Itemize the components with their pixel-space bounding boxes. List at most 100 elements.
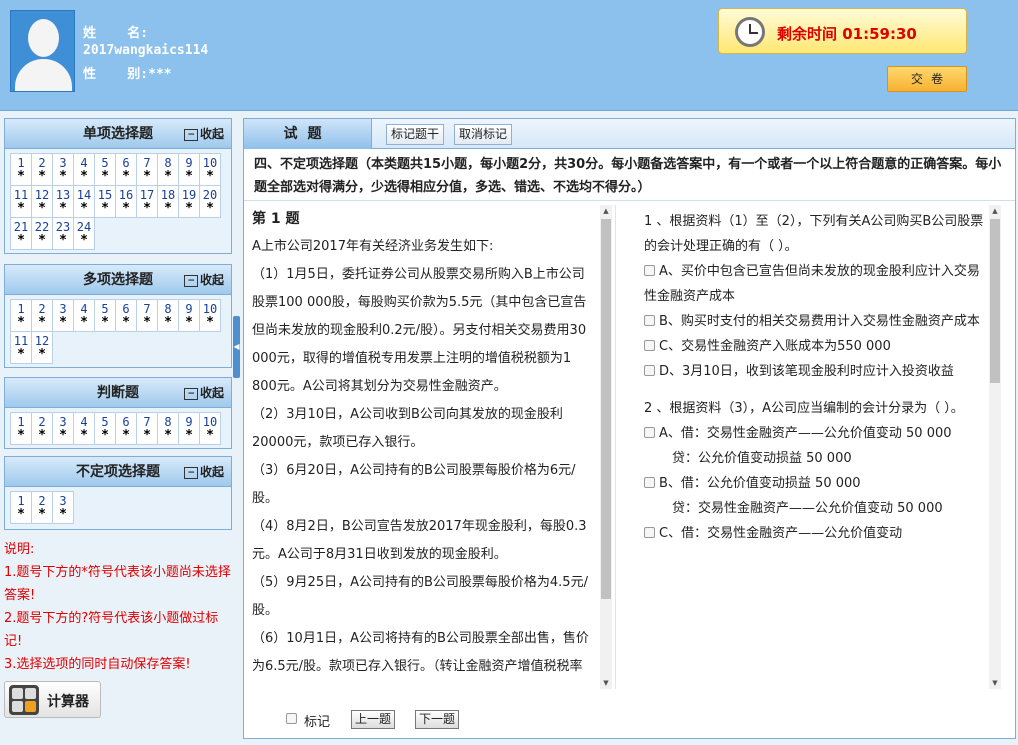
question-cell[interactable]: 5 * — [94, 412, 116, 445]
option-row[interactable]: C、交易性金融资产入账成本为550 000 — [644, 334, 984, 359]
collapse-button[interactable]: − 收起 — [184, 119, 224, 150]
question-cell[interactable]: 10 * — [199, 299, 221, 332]
calculator-button[interactable]: 计算器 — [4, 681, 101, 718]
question-cell[interactable]: 18 * — [157, 185, 179, 218]
option-text: A、买价中包含已宣告但尚未发放的现金股利应计入交易性金融资产成本 — [644, 264, 980, 304]
option-checkbox[interactable] — [644, 427, 655, 438]
unanswered-mark: * — [59, 201, 67, 216]
tab-questions[interactable]: 试题 — [244, 119, 372, 149]
question-cell[interactable]: 23 * — [52, 217, 74, 250]
option-checkbox[interactable] — [644, 265, 655, 276]
question-cell[interactable]: 3 * — [52, 299, 74, 332]
option-row[interactable]: A、借：交易性金融资产——公允价值变动 50 000 — [644, 421, 984, 446]
question-cell[interactable]: 3 * — [52, 412, 74, 445]
mark-checkbox[interactable] — [286, 713, 297, 724]
question-cell[interactable]: 1 * — [10, 153, 32, 186]
option-text: C、借：交易性金融资产——公允价值变动 — [659, 526, 903, 541]
panel-header: 不定项选择题 − 收起 — [5, 457, 231, 487]
question-cell[interactable]: 2 * — [31, 412, 53, 445]
question-cell[interactable]: 7 * — [136, 412, 158, 445]
question-number: 10 — [202, 156, 218, 170]
question-cell[interactable]: 20 * — [199, 185, 221, 218]
question-cell[interactable]: 5 * — [94, 153, 116, 186]
question-number: 11 — [13, 188, 29, 202]
unanswered-mark: * — [80, 169, 88, 184]
option-checkbox[interactable] — [644, 527, 655, 538]
question-cell[interactable]: 6 * — [115, 412, 137, 445]
question-cell[interactable]: 9 * — [178, 153, 200, 186]
mark-stem-button[interactable]: 标记题干 — [386, 124, 445, 145]
question-cell[interactable]: 3 * — [52, 153, 74, 186]
question-number: 1 — [17, 156, 25, 170]
question-cell[interactable]: 6 * — [115, 299, 137, 332]
instructions: 说明: 1.题号下方的*符号代表该小题尚未选择答案! 2.题号下方的?符号代表该… — [4, 538, 236, 676]
question-cell[interactable]: 4 * — [73, 299, 95, 332]
question-cell[interactable]: 7 * — [136, 153, 158, 186]
option-checkbox[interactable] — [644, 477, 655, 488]
question-number: 21 — [13, 220, 29, 234]
option-checkbox[interactable] — [644, 315, 655, 326]
option-row[interactable]: D、3月10日，收到该笔现金股利时应计入投资收益 — [644, 359, 984, 384]
question-cell[interactable]: 6 * — [115, 153, 137, 186]
scroll-thumb[interactable] — [990, 219, 1000, 383]
question-cell[interactable]: 3 * — [52, 491, 74, 524]
option-row[interactable]: B、借：公允价值变动损益 50 000 — [644, 471, 984, 496]
unanswered-mark: * — [38, 233, 46, 248]
question-cell[interactable]: 21 * — [10, 217, 32, 250]
question-cell[interactable]: 22 * — [31, 217, 53, 250]
question-cell[interactable]: 15 * — [94, 185, 116, 218]
clock-icon — [735, 17, 765, 47]
question-cell[interactable]: 1 * — [10, 412, 32, 445]
question-cell[interactable]: 1 * — [10, 299, 32, 332]
unanswered-mark: * — [17, 201, 25, 216]
question-number: 22 — [34, 220, 50, 234]
question-cell[interactable]: 17 * — [136, 185, 158, 218]
question-cell[interactable]: 7 * — [136, 299, 158, 332]
question-cell[interactable]: 11 * — [10, 185, 32, 218]
question-cell[interactable]: 9 * — [178, 299, 200, 332]
unmark-button[interactable]: 取消标记 — [454, 124, 513, 145]
question-cell[interactable]: 8 * — [157, 299, 179, 332]
question-cell[interactable]: 12 * — [31, 331, 53, 364]
option-row[interactable]: C、借：交易性金融资产——公允价值变动 — [644, 521, 984, 546]
question-cell[interactable]: 10 * — [199, 153, 221, 186]
question-cell[interactable]: 8 * — [157, 153, 179, 186]
question-cell[interactable]: 2 * — [31, 491, 53, 524]
calculator-label: 计算器 — [47, 694, 89, 710]
question-cell[interactable]: 2 * — [31, 299, 53, 332]
option-row[interactable]: B、购买时支付的相关交易费用计入交易性金融资产成本 — [644, 309, 984, 334]
question-cell[interactable]: 1 * — [10, 491, 32, 524]
question-cell[interactable]: 4 * — [73, 412, 95, 445]
avatar — [10, 10, 75, 92]
question-cell[interactable]: 19 * — [178, 185, 200, 218]
material-scrollbar[interactable]: ▲ ▼ — [600, 205, 612, 689]
collapse-sidebar-handle[interactable]: ◀ — [233, 316, 240, 378]
question-cell[interactable]: 13 * — [52, 185, 74, 218]
submit-button[interactable]: 交卷 — [887, 66, 967, 92]
question-number: 9 — [185, 156, 193, 170]
collapse-button[interactable]: − 收起 — [184, 265, 224, 296]
question-cell[interactable]: 10 * — [199, 412, 221, 445]
question-cell[interactable]: 16 * — [115, 185, 137, 218]
question-cell[interactable]: 11 * — [10, 331, 32, 364]
option-checkbox[interactable] — [644, 340, 655, 351]
unanswered-mark: * — [122, 169, 130, 184]
question-cell[interactable]: 5 * — [94, 299, 116, 332]
collapse-button[interactable]: − 收起 — [184, 457, 224, 488]
next-question-button[interactable]: 下一题 — [415, 710, 460, 729]
prev-question-button[interactable]: 上一题 — [351, 710, 396, 729]
option-row[interactable]: A、买价中包含已宣告但尚未发放的现金股利应计入交易性金融资产成本 — [644, 259, 984, 309]
unanswered-mark: * — [143, 428, 151, 443]
collapse-button[interactable]: − 收起 — [184, 378, 224, 409]
option-checkbox[interactable] — [644, 365, 655, 376]
collapse-label: 收起 — [199, 127, 224, 141]
question-cell[interactable]: 24 * — [73, 217, 95, 250]
subquestion-scrollbar[interactable]: ▲ ▼ — [989, 205, 1001, 689]
question-cell[interactable]: 12 * — [31, 185, 53, 218]
question-cell[interactable]: 2 * — [31, 153, 53, 186]
question-cell[interactable]: 4 * — [73, 153, 95, 186]
question-cell[interactable]: 14 * — [73, 185, 95, 218]
scroll-thumb[interactable] — [601, 219, 611, 599]
question-cell[interactable]: 9 * — [178, 412, 200, 445]
question-cell[interactable]: 8 * — [157, 412, 179, 445]
